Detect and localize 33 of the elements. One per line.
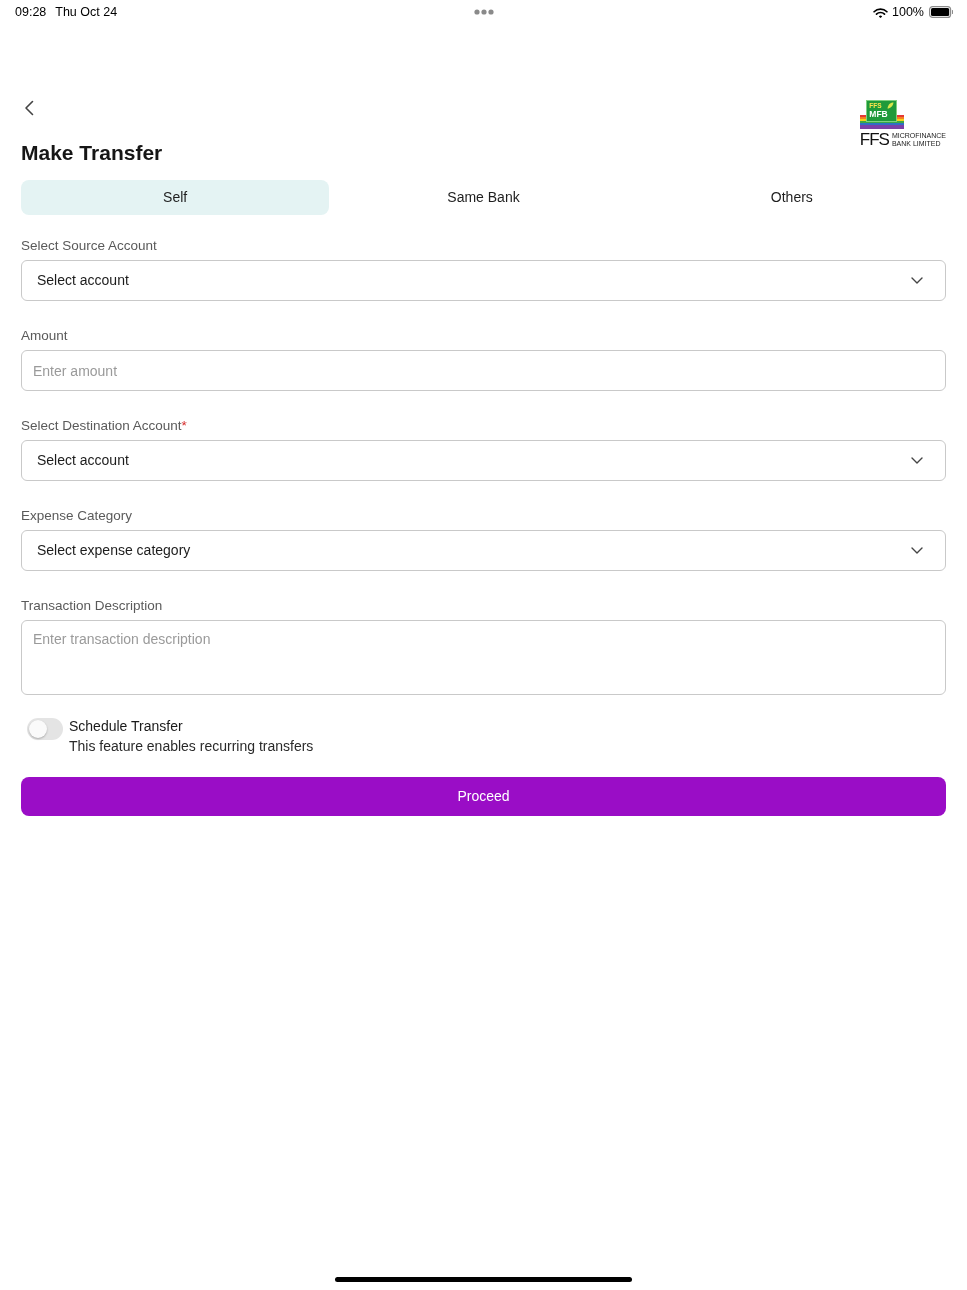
input-field[interactable]: Enter amount [21, 350, 946, 391]
chevron-down-icon [911, 547, 923, 554]
status-time: 09:28 [15, 3, 47, 21]
rainbow-stripes-icon [859, 115, 904, 129]
required-mark: * [181, 418, 187, 433]
logo-badge-label: MFB [869, 109, 888, 119]
dropdown-field[interactable]: Select account [21, 260, 946, 301]
textarea-field[interactable]: Enter transaction description [21, 620, 946, 695]
toggle-switch[interactable] [27, 718, 63, 740]
battery-percent: 100% [892, 3, 924, 21]
dropdown-field[interactable]: Select expense category [21, 530, 946, 571]
field-label: Transaction Description [21, 598, 163, 613]
field-label: Amount [21, 328, 68, 343]
wifi-icon [873, 6, 888, 18]
field-label: Select Destination Account [21, 418, 182, 433]
logo-name: FFS [859, 131, 889, 148]
field-label: Select Source Account [21, 238, 157, 253]
dropdown-field[interactable]: Select account [21, 440, 946, 481]
tab[interactable]: Self [21, 180, 330, 215]
tab[interactable]: Same Bank [329, 180, 638, 215]
page-title: Make Transfer [21, 140, 163, 166]
field-label: Expense Category [21, 508, 133, 523]
status-date: Thu Oct 24 [55, 3, 118, 21]
more-dots-icon[interactable] [474, 9, 494, 15]
toggle-title: Schedule Transfer [69, 717, 184, 736]
chevron-down-icon [911, 457, 923, 464]
tab[interactable]: Others [637, 180, 946, 215]
proceed-button[interactable]: Proceed [21, 777, 946, 816]
toggle-description: This feature enables recurring transfers [69, 737, 314, 756]
leaf-icon [887, 102, 895, 109]
back-icon[interactable] [24, 100, 34, 116]
battery-icon [929, 6, 953, 18]
chevron-down-icon [911, 277, 923, 284]
